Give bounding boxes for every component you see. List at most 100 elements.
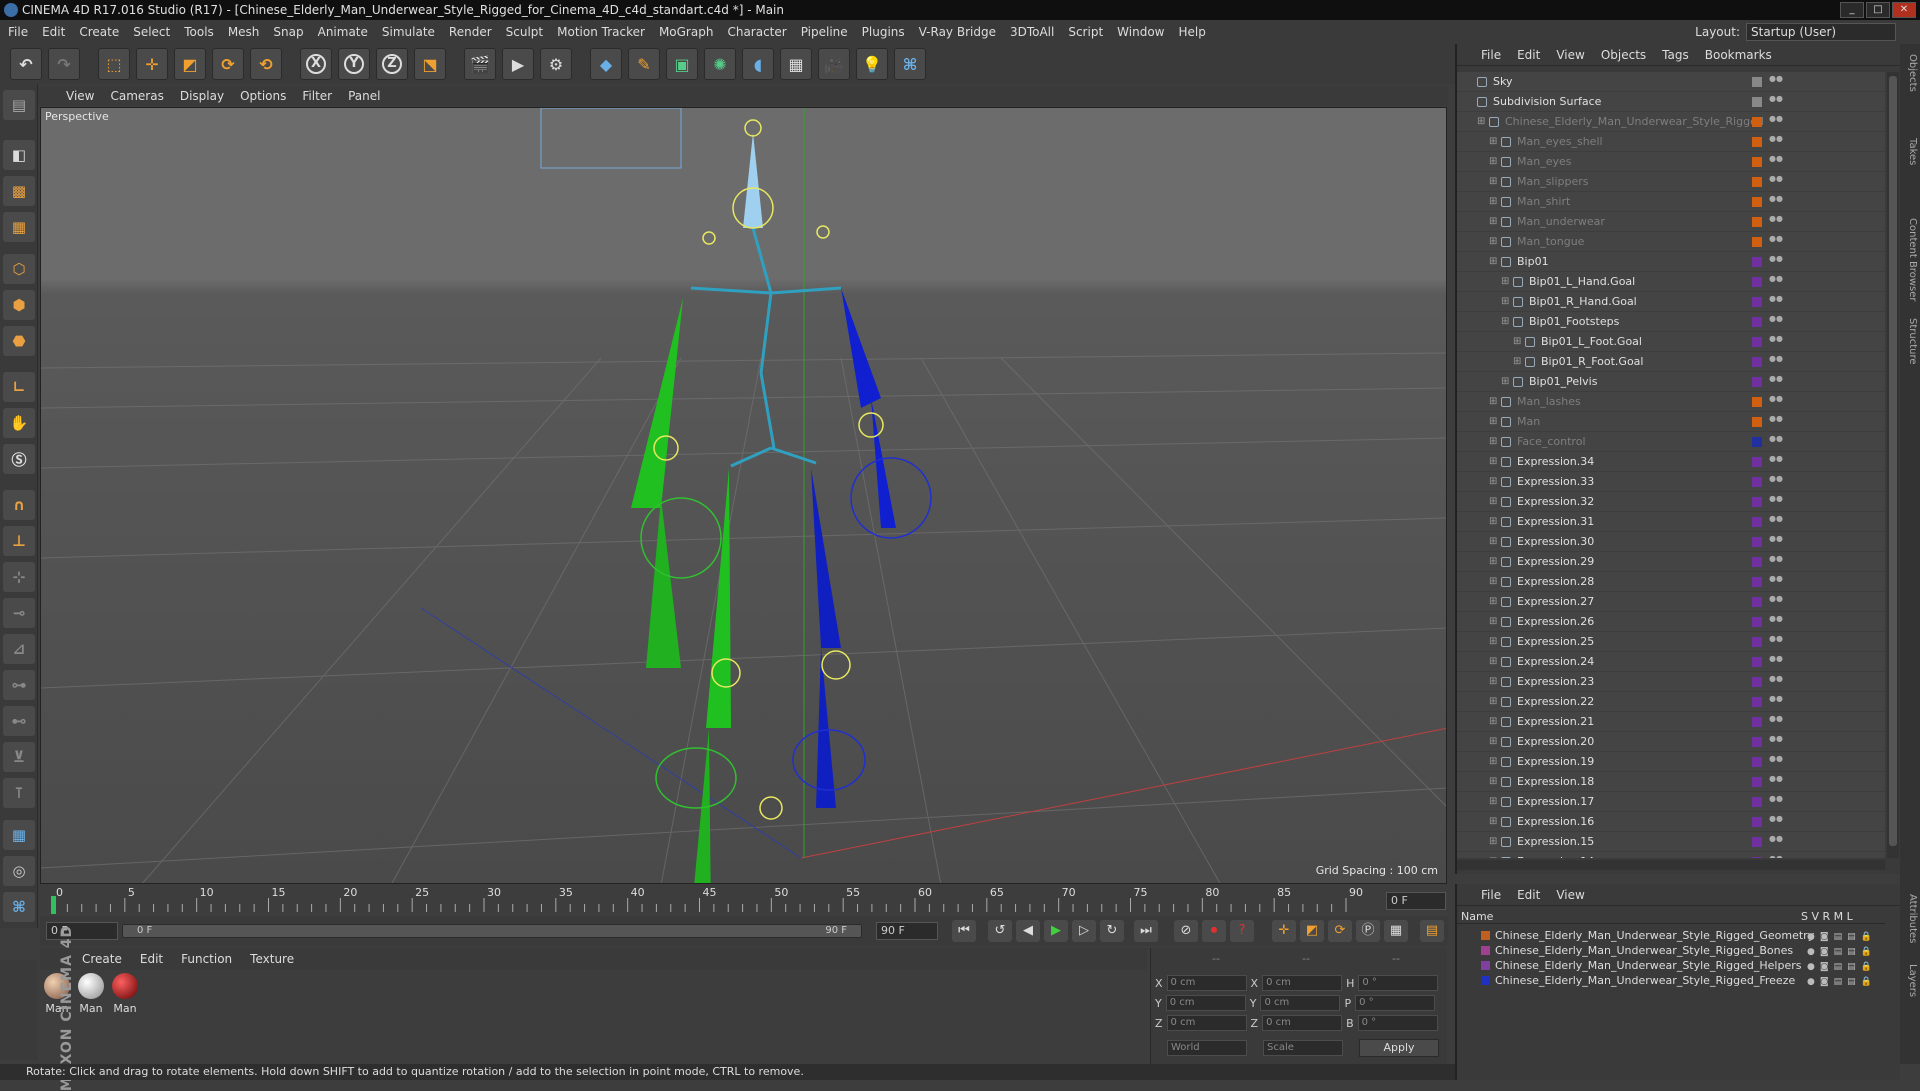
visibility-dots-icon[interactable]: ●● [1769,175,1783,189]
model-mode-icon[interactable]: ◧ [3,140,35,170]
layer-flags-icon[interactable]: ●◙▤▤🔒 [1807,975,1882,987]
object-row[interactable]: ⊞ Man_eyes_shell ●● [1457,132,1885,152]
mograph-cloner-icon[interactable]: ✺ [704,48,736,80]
object-name[interactable]: Expression.31 [1517,512,1594,532]
visibility-dots-icon[interactable]: ●● [1769,135,1783,149]
visibility-dots-icon[interactable]: ●● [1769,595,1783,609]
floor-scene-icon[interactable]: ▦ [780,48,812,80]
mirror-icon[interactable]: ⊻ [3,742,35,772]
key-pla-icon[interactable]: ▦ [1384,920,1408,942]
current-frame-field[interactable]: 0 F [1386,892,1446,910]
layer-color-swatch[interactable] [1752,137,1762,147]
object-name[interactable]: Man_slippers [1517,172,1589,192]
expand-toggle-icon[interactable]: ⊞ [1489,212,1497,232]
object-menu-view[interactable]: View [1556,48,1584,62]
autokey-icon[interactable]: ? [1230,920,1254,942]
object-row[interactable]: ⊞ Expression.18 ●● [1457,772,1885,792]
bind-icon[interactable]: ⊿ [3,634,35,664]
key-scale-icon[interactable]: ◩ [1300,920,1324,942]
layer-color-swatch[interactable] [1752,357,1762,367]
object-row[interactable]: ⊞ Bip01_L_Foot.Goal ●● [1457,332,1885,352]
object-tree-hscrollbar[interactable] [1457,860,1885,870]
side-tab-objects[interactable]: Objects [1902,54,1918,92]
expand-toggle-icon[interactable]: ⊞ [1489,832,1497,852]
object-row[interactable]: ⊞ Expression.17 ●● [1457,792,1885,812]
object-row[interactable]: ⊞ Man_eyes ●● [1457,152,1885,172]
material-menu-texture[interactable]: Texture [250,952,294,966]
layer-name[interactable]: Chinese_Elderly_Man_Underwear_Style_Rigg… [1495,958,1801,973]
object-row[interactable]: ⊞ Bip01 ●● [1457,252,1885,272]
expand-toggle-icon[interactable]: ⊞ [1489,252,1497,272]
side-tab-structure[interactable]: Structure [1902,318,1918,365]
material-menu-edit[interactable]: Edit [140,952,163,966]
object-row[interactable]: ⊞ Expression.21 ●● [1457,712,1885,732]
layer-color-swatch[interactable] [1481,976,1490,985]
object-row[interactable]: ⊞ Expression.30 ●● [1457,532,1885,552]
menu-window[interactable]: Window [1117,25,1164,39]
y-axis-lock-icon[interactable]: Y [338,48,370,80]
visibility-dots-icon[interactable]: ●● [1769,795,1783,809]
object-tree-scrollbar[interactable] [1887,72,1899,858]
visibility-dots-icon[interactable]: ●● [1769,435,1783,449]
object-name[interactable]: Bip01_L_Foot.Goal [1541,332,1642,352]
expand-toggle-icon[interactable]: ⊞ [1489,472,1497,492]
layer-color-swatch[interactable] [1752,517,1762,527]
recent-tool-icon[interactable]: ⟲ [250,48,282,80]
snap-icon[interactable]: Ⓢ [3,444,35,474]
object-name[interactable]: Man_eyes [1517,152,1571,172]
visibility-dots-icon[interactable]: ●● [1769,75,1783,89]
expand-toggle-icon[interactable]: ⊞ [1489,512,1497,532]
expand-toggle-icon[interactable]: ⊞ [1489,612,1497,632]
visibility-dots-icon[interactable]: ●● [1769,815,1783,829]
menu-mograph[interactable]: MoGraph [659,25,714,39]
object-name[interactable]: Expression.30 [1517,532,1594,552]
object-name[interactable]: Expression.14 [1517,852,1594,858]
menu-edit[interactable]: Edit [42,25,65,39]
object-name[interactable]: Bip01_L_Hand.Goal [1529,272,1635,292]
expand-toggle-icon[interactable]: ⊞ [1501,272,1509,292]
previous-frame-icon[interactable]: ◀ [1016,920,1040,942]
visibility-dots-icon[interactable]: ●● [1769,455,1783,469]
layer-flags-icon[interactable]: ●◙▤▤🔒 [1807,960,1882,972]
visibility-dots-icon[interactable]: ●● [1769,215,1783,229]
object-name[interactable]: Expression.16 [1517,812,1594,832]
object-menu-file[interactable]: File [1481,48,1501,62]
object-name[interactable]: Expression.32 [1517,492,1594,512]
object-menu-edit[interactable]: Edit [1517,48,1540,62]
object-row[interactable]: ⊞ Man_shirt ●● [1457,192,1885,212]
visibility-dots-icon[interactable]: ●● [1769,95,1783,109]
visibility-dots-icon[interactable]: ●● [1769,495,1783,509]
paint-weights-icon[interactable]: ⊸ [3,598,35,628]
object-name[interactable]: Expression.22 [1517,692,1594,712]
live-selection-icon[interactable]: ⬚ [98,48,130,80]
expand-toggle-icon[interactable]: ⊞ [1489,572,1497,592]
object-name[interactable]: Expression.25 [1517,632,1594,652]
visibility-dots-icon[interactable]: ●● [1769,615,1783,629]
menu-3dtoall[interactable]: 3DToAll [1010,25,1054,39]
position-y-field[interactable]: 0 cm [1165,995,1246,1011]
expand-toggle-icon[interactable]: ⊞ [1501,312,1509,332]
material-menu-create[interactable]: Create [82,952,122,966]
object-row[interactable]: Subdivision Surface ●● [1457,92,1885,112]
visibility-dots-icon[interactable]: ●● [1769,475,1783,489]
layer-color-swatch[interactable] [1481,946,1490,955]
object-row[interactable]: ⊞ Man_lashes ●● [1457,392,1885,412]
layer-color-swatch[interactable] [1752,337,1762,347]
visibility-dots-icon[interactable]: ●● [1769,275,1783,289]
viewport-menu-filter[interactable]: Filter [302,89,332,103]
layout-dropdown[interactable]: Startup (User) [1746,23,1896,41]
object-row[interactable]: ⊞ Bip01_Pelvis ●● [1457,372,1885,392]
expand-toggle-icon[interactable]: ⊞ [1489,712,1497,732]
visibility-dots-icon[interactable]: ●● [1769,755,1783,769]
visibility-dots-icon[interactable]: ●● [1769,635,1783,649]
layer-menu-file[interactable]: File [1481,888,1501,902]
layer-menu-edit[interactable]: Edit [1517,888,1540,902]
render-to-picture-viewer-icon[interactable]: ▶ [502,48,534,80]
layer-row[interactable]: Chinese_Elderly_Man_Underwear_Style_Rigg… [1457,973,1885,988]
layer-color-swatch[interactable] [1752,397,1762,407]
timeline-ruler[interactable]: 0 F 0 5 10 15 20 25 30 35 40 45 50 55 60 65 70 75 80 85 90 [40,886,1448,916]
cmotion-icon[interactable]: ⊺ [3,778,35,808]
magnet-icon[interactable]: ∩ [3,490,35,520]
layer-color-swatch[interactable] [1752,117,1762,127]
menu-create[interactable]: Create [79,25,119,39]
